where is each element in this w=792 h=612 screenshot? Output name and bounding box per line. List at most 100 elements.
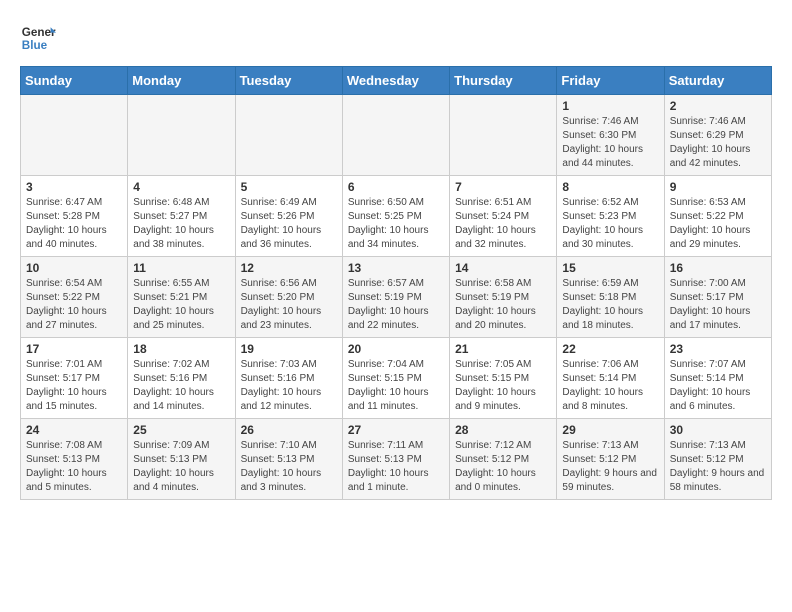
day-info: Sunrise: 7:02 AM Sunset: 5:16 PM Dayligh… — [133, 358, 229, 414]
day-number: 4 — [133, 180, 229, 194]
calendar-cell: 18Sunrise: 7:02 AM Sunset: 5:16 PM Dayli… — [128, 338, 235, 419]
calendar-cell — [21, 95, 128, 176]
day-info: Sunrise: 7:04 AM Sunset: 5:15 PM Dayligh… — [348, 358, 444, 414]
day-info: Sunrise: 7:03 AM Sunset: 5:16 PM Dayligh… — [241, 358, 337, 414]
calendar-cell: 15 Sunrise: 6:59 AM Sunset: 5:18 PM Dayli… — [557, 257, 664, 338]
day-info: Sunrise: 6:47 AM Sunset: 5:28 PM Dayligh… — [26, 196, 122, 252]
day-info: Sunrise: 6:52 AM Sunset: 5:23 PM Dayligh… — [562, 196, 658, 252]
day-number: 21 — [455, 342, 551, 356]
calendar-cell: 25 Sunrise: 7:09 AM Sunset: 5:13 PM Dayli… — [128, 419, 235, 500]
day-info: Sunrise: 7:06 AM Sunset: 5:14 PM Dayligh… — [562, 358, 658, 414]
day-info: Sunrise: 6:50 AM Sunset: 5:25 PM Dayligh… — [348, 196, 444, 252]
day-number: 25 — [133, 423, 229, 437]
day-info: Sunrise: 6:56 AM Sunset: 5:20 PM Dayligh… — [241, 277, 337, 333]
calendar-cell: 16Sunrise: 7:00 AM Sunset: 5:17 PM Dayli… — [664, 257, 771, 338]
calendar-cell: 17 Sunrise: 7:01 AM Sunset: 5:17 PM Dayli… — [21, 338, 128, 419]
calendar-cell: 10 Sunrise: 6:54 AM Sunset: 5:22 PM Dayli… — [21, 257, 128, 338]
calendar-cell: 27Sunrise: 7:11 AM Sunset: 5:13 PM Dayli… — [342, 419, 449, 500]
day-number: 30 — [670, 423, 766, 437]
day-info: Sunrise: 7:01 AM Sunset: 5:17 PM Dayligh… — [26, 358, 122, 414]
calendar-cell: 23 Sunrise: 7:07 AM Sunset: 5:14 PM Dayli… — [664, 338, 771, 419]
week-row-1: 1 Sunrise: 7:46 AM Sunset: 6:30 PM Daylig… — [21, 95, 772, 176]
day-number: 20 — [348, 342, 444, 356]
calendar-cell: 8 Sunrise: 6:52 AM Sunset: 5:23 PM Daylig… — [557, 176, 664, 257]
day-number: 15 — [562, 261, 658, 275]
calendar-cell: 12 Sunrise: 6:56 AM Sunset: 5:20 PM Dayli… — [235, 257, 342, 338]
day-number: 7 — [455, 180, 551, 194]
day-number: 16 — [670, 261, 766, 275]
day-number: 13 — [348, 261, 444, 275]
header-cell-friday: Friday — [557, 67, 664, 95]
day-info: Sunrise: 6:49 AM Sunset: 5:26 PM Dayligh… — [241, 196, 337, 252]
day-info: Sunrise: 7:07 AM Sunset: 5:14 PM Dayligh… — [670, 358, 766, 414]
week-row-3: 10 Sunrise: 6:54 AM Sunset: 5:22 PM Dayli… — [21, 257, 772, 338]
calendar-cell: 4Sunrise: 6:48 AM Sunset: 5:27 PM Daylig… — [128, 176, 235, 257]
calendar-table: SundayMondayTuesdayWednesdayThursdayFrid… — [20, 66, 772, 500]
header-cell-thursday: Thursday — [450, 67, 557, 95]
calendar-cell: 1 Sunrise: 7:46 AM Sunset: 6:30 PM Daylig… — [557, 95, 664, 176]
day-info: Sunrise: 6:59 AM Sunset: 5:18 PM Dayligh… — [562, 277, 658, 333]
header-cell-saturday: Saturday — [664, 67, 771, 95]
calendar-cell: 9 Sunrise: 6:53 AM Sunset: 5:22 PM Daylig… — [664, 176, 771, 257]
calendar-cell: 14 Sunrise: 6:58 AM Sunset: 5:19 PM Dayli… — [450, 257, 557, 338]
calendar-cell: 11Sunrise: 6:55 AM Sunset: 5:21 PM Dayli… — [128, 257, 235, 338]
calendar-cell — [450, 95, 557, 176]
day-info: Sunrise: 6:57 AM Sunset: 5:19 PM Dayligh… — [348, 277, 444, 333]
day-info: Sunrise: 7:13 AM Sunset: 5:12 PM Dayligh… — [562, 439, 658, 495]
calendar-cell: 22 Sunrise: 7:06 AM Sunset: 5:14 PM Dayli… — [557, 338, 664, 419]
day-number: 28 — [455, 423, 551, 437]
calendar-cell: 21 Sunrise: 7:05 AM Sunset: 5:15 PM Dayli… — [450, 338, 557, 419]
calendar-cell: 2 Sunrise: 7:46 AM Sunset: 6:29 PM Daylig… — [664, 95, 771, 176]
day-number: 19 — [241, 342, 337, 356]
day-number: 29 — [562, 423, 658, 437]
day-number: 12 — [241, 261, 337, 275]
day-number: 9 — [670, 180, 766, 194]
calendar-cell: 20 Sunrise: 7:04 AM Sunset: 5:15 PM Dayli… — [342, 338, 449, 419]
day-number: 3 — [26, 180, 122, 194]
day-number: 22 — [562, 342, 658, 356]
week-row-2: 3 Sunrise: 6:47 AM Sunset: 5:28 PM Daylig… — [21, 176, 772, 257]
day-number: 23 — [670, 342, 766, 356]
day-number: 17 — [26, 342, 122, 356]
calendar-cell — [128, 95, 235, 176]
day-number: 8 — [562, 180, 658, 194]
day-number: 1 — [562, 99, 658, 113]
day-info: Sunrise: 7:46 AM Sunset: 6:29 PM Dayligh… — [670, 115, 766, 171]
day-info: Sunrise: 7:12 AM Sunset: 5:12 PM Dayligh… — [455, 439, 551, 495]
day-number: 2 — [670, 99, 766, 113]
day-info: Sunrise: 6:53 AM Sunset: 5:22 PM Dayligh… — [670, 196, 766, 252]
calendar-cell: 7 Sunrise: 6:51 AM Sunset: 5:24 PM Daylig… — [450, 176, 557, 257]
day-info: Sunrise: 7:09 AM Sunset: 5:13 PM Dayligh… — [133, 439, 229, 495]
day-info: Sunrise: 7:13 AM Sunset: 5:12 PM Dayligh… — [670, 439, 766, 495]
calendar-cell: 3 Sunrise: 6:47 AM Sunset: 5:28 PM Daylig… — [21, 176, 128, 257]
week-row-4: 17 Sunrise: 7:01 AM Sunset: 5:17 PM Dayli… — [21, 338, 772, 419]
calendar-cell: 28 Sunrise: 7:12 AM Sunset: 5:12 PM Dayli… — [450, 419, 557, 500]
calendar-cell: 29 Sunrise: 7:13 AM Sunset: 5:12 PM Dayli… — [557, 419, 664, 500]
svg-text:Blue: Blue — [22, 39, 48, 52]
calendar-cell: 6 Sunrise: 6:50 AM Sunset: 5:25 PM Daylig… — [342, 176, 449, 257]
calendar-cell: 24Sunrise: 7:08 AM Sunset: 5:13 PM Dayli… — [21, 419, 128, 500]
logo-icon: General Blue — [20, 20, 56, 56]
day-info: Sunrise: 6:51 AM Sunset: 5:24 PM Dayligh… — [455, 196, 551, 252]
day-number: 10 — [26, 261, 122, 275]
page-header: General Blue — [20, 20, 772, 56]
header-cell-monday: Monday — [128, 67, 235, 95]
day-number: 6 — [348, 180, 444, 194]
header-cell-sunday: Sunday — [21, 67, 128, 95]
day-info: Sunrise: 7:05 AM Sunset: 5:15 PM Dayligh… — [455, 358, 551, 414]
calendar-cell — [342, 95, 449, 176]
header-cell-wednesday: Wednesday — [342, 67, 449, 95]
day-number: 26 — [241, 423, 337, 437]
calendar-cell: 30 Sunrise: 7:13 AM Sunset: 5:12 PM Dayli… — [664, 419, 771, 500]
day-number: 14 — [455, 261, 551, 275]
calendar-cell: 13 Sunrise: 6:57 AM Sunset: 5:19 PM Dayli… — [342, 257, 449, 338]
calendar-cell: 19 Sunrise: 7:03 AM Sunset: 5:16 PM Dayli… — [235, 338, 342, 419]
day-info: Sunrise: 7:46 AM Sunset: 6:30 PM Dayligh… — [562, 115, 658, 171]
calendar-cell: 5 Sunrise: 6:49 AM Sunset: 5:26 PM Daylig… — [235, 176, 342, 257]
day-info: Sunrise: 6:54 AM Sunset: 5:22 PM Dayligh… — [26, 277, 122, 333]
calendar-cell: 26Sunrise: 7:10 AM Sunset: 5:13 PM Dayli… — [235, 419, 342, 500]
day-info: Sunrise: 6:58 AM Sunset: 5:19 PM Dayligh… — [455, 277, 551, 333]
day-info: Sunrise: 6:55 AM Sunset: 5:21 PM Dayligh… — [133, 277, 229, 333]
day-number: 5 — [241, 180, 337, 194]
day-info: Sunrise: 7:11 AM Sunset: 5:13 PM Dayligh… — [348, 439, 444, 495]
